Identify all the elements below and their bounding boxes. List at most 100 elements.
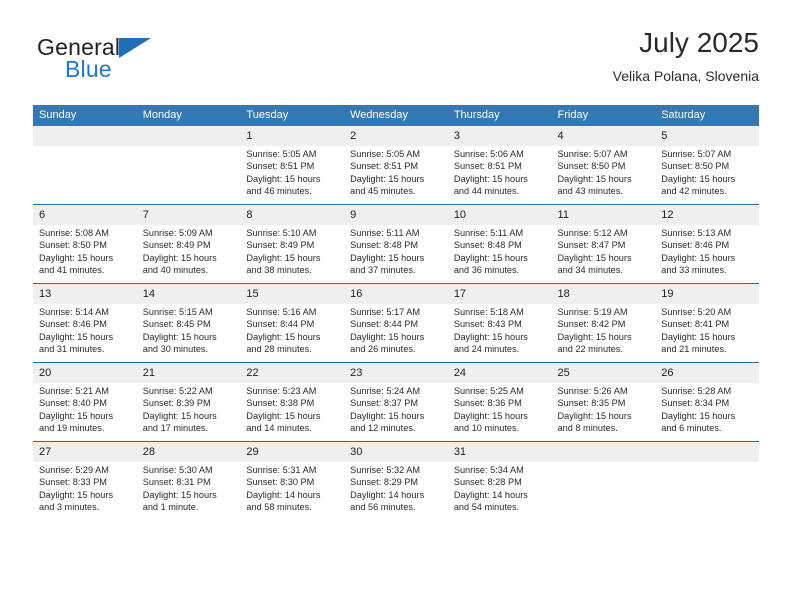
daylight-duration-line2: and 36 minutes.	[453, 265, 520, 276]
day-number	[33, 126, 137, 146]
sunset-time: Sunset: 8:51 PM	[453, 161, 522, 172]
daylight-duration-line1: Daylight: 15 hours	[246, 410, 321, 421]
sunset-time: Sunset: 8:50 PM	[39, 240, 107, 251]
day-cell[interactable]: 3 Sunrise: 5:06 AM Sunset: 8:51 PM Daylight…	[447, 126, 552, 205]
day-number: 5	[655, 126, 759, 146]
daylight-duration-line1: Daylight: 15 hours	[661, 410, 736, 421]
sunset-time: Sunset: 8:28 PM	[453, 477, 522, 488]
daylight-duration-line1: Daylight: 15 hours	[246, 331, 321, 342]
day-cell[interactable]: 11 Sunrise: 5:12 AM Sunset: 8:47 PM Dayligh…	[551, 204, 656, 284]
day-details: Sunrise: 5:20 AM Sunset: 8:41 PM Daylight:…	[655, 304, 759, 356]
day-cell-empty	[551, 441, 656, 520]
day-number: 25	[551, 363, 656, 383]
day-details: Sunrise: 5:16 AM Sunset: 8:44 PM Daylight:…	[240, 304, 344, 356]
weekday-header-monday: Monday	[136, 105, 241, 126]
daylight-duration-line1: Daylight: 15 hours	[142, 489, 217, 500]
sunrise-time: Sunrise: 5:17 AM	[350, 307, 421, 317]
sunset-time: Sunset: 8:44 PM	[246, 319, 315, 330]
sunrise-time: Sunrise: 5:25 AM	[453, 386, 524, 396]
weekday-header-row: Sunday Monday Tuesday Wednesday Thursday…	[33, 105, 759, 126]
day-details: Sunrise: 5:13 AM Sunset: 8:46 PM Daylight:…	[655, 225, 759, 277]
day-cell[interactable]: 22 Sunrise: 5:23 AM Sunset: 8:38 PM Dayligh…	[240, 362, 345, 442]
sunset-time: Sunset: 8:36 PM	[453, 398, 522, 409]
day-number: 21	[136, 363, 241, 383]
daylight-duration-line2: and 24 minutes.	[453, 344, 520, 355]
daylight-duration-line1: Daylight: 15 hours	[39, 410, 114, 421]
daylight-duration-line1: Daylight: 14 hours	[350, 489, 425, 500]
daylight-duration-line1: Daylight: 15 hours	[142, 331, 217, 342]
day-cell-empty	[655, 441, 759, 520]
day-cell[interactable]: 31 Sunrise: 5:34 AM Sunset: 8:28 PM Dayligh…	[447, 441, 552, 520]
day-cell[interactable]: 15 Sunrise: 5:16 AM Sunset: 8:44 PM Dayligh…	[240, 283, 345, 363]
day-details: Sunrise: 5:05 AM Sunset: 8:51 PM Daylight:…	[344, 146, 448, 198]
day-cell[interactable]: 30 Sunrise: 5:32 AM Sunset: 8:29 PM Dayligh…	[344, 441, 448, 520]
day-number	[655, 442, 759, 462]
day-details: Sunrise: 5:25 AM Sunset: 8:36 PM Daylight:…	[448, 383, 552, 435]
day-number: 22	[240, 363, 345, 383]
daylight-duration-line1: Daylight: 15 hours	[350, 331, 425, 342]
daylight-duration-line1: Daylight: 15 hours	[453, 331, 528, 342]
day-cell[interactable]: 2 Sunrise: 5:05 AM Sunset: 8:51 PM Daylight…	[344, 126, 448, 205]
daylight-duration-line1: Daylight: 15 hours	[350, 173, 425, 184]
general-blue-logo[interactable]: General Blue	[37, 34, 257, 92]
day-cell[interactable]: 14 Sunrise: 5:15 AM Sunset: 8:45 PM Dayligh…	[136, 283, 241, 363]
day-cell[interactable]: 20 Sunrise: 5:21 AM Sunset: 8:40 PM Dayligh…	[33, 362, 137, 442]
day-cell[interactable]: 18 Sunrise: 5:19 AM Sunset: 8:42 PM Dayligh…	[551, 283, 656, 363]
sunset-time: Sunset: 8:39 PM	[142, 398, 211, 409]
day-number: 10	[447, 205, 552, 225]
day-cell[interactable]: 28 Sunrise: 5:30 AM Sunset: 8:31 PM Dayligh…	[136, 441, 241, 520]
day-cell[interactable]: 5 Sunrise: 5:07 AM Sunset: 8:50 PM Daylight…	[655, 126, 759, 205]
day-details: Sunrise: 5:34 AM Sunset: 8:28 PM Daylight:…	[448, 462, 552, 514]
page-title: July 2025	[639, 27, 759, 58]
day-number: 29	[240, 442, 345, 462]
day-cell[interactable]: 16 Sunrise: 5:17 AM Sunset: 8:44 PM Dayligh…	[344, 283, 448, 363]
sunset-time: Sunset: 8:48 PM	[453, 240, 522, 251]
day-details: Sunrise: 5:07 AM Sunset: 8:50 PM Daylight:…	[655, 146, 759, 198]
day-details: Sunrise: 5:30 AM Sunset: 8:31 PM Daylight:…	[137, 462, 241, 514]
daylight-duration-line1: Daylight: 15 hours	[661, 173, 736, 184]
sunrise-time: Sunrise: 5:05 AM	[350, 149, 421, 159]
sunrise-time: Sunrise: 5:20 AM	[661, 307, 732, 317]
day-number: 17	[447, 284, 552, 304]
sunrise-time: Sunrise: 5:16 AM	[246, 307, 317, 317]
day-cell[interactable]: 26 Sunrise: 5:28 AM Sunset: 8:34 PM Dayligh…	[655, 362, 759, 442]
sunset-time: Sunset: 8:37 PM	[350, 398, 419, 409]
daylight-duration-line1: Daylight: 15 hours	[39, 252, 114, 263]
day-cell[interactable]: 13 Sunrise: 5:14 AM Sunset: 8:46 PM Dayligh…	[33, 283, 137, 363]
day-cell[interactable]: 27 Sunrise: 5:29 AM Sunset: 8:33 PM Dayligh…	[33, 441, 137, 520]
weekday-header-wednesday: Wednesday	[344, 105, 448, 126]
day-cell[interactable]: 4 Sunrise: 5:07 AM Sunset: 8:50 PM Daylight…	[551, 126, 656, 205]
calendar-week-row: 6 Sunrise: 5:08 AM Sunset: 8:50 PM Daylight…	[33, 204, 759, 284]
day-cell[interactable]: 9 Sunrise: 5:11 AM Sunset: 8:48 PM Daylight…	[344, 204, 448, 284]
daylight-duration-line1: Daylight: 15 hours	[557, 410, 632, 421]
day-cell[interactable]: 19 Sunrise: 5:20 AM Sunset: 8:41 PM Dayligh…	[655, 283, 759, 363]
daylight-duration-line1: Daylight: 15 hours	[661, 252, 736, 263]
day-cell[interactable]: 29 Sunrise: 5:31 AM Sunset: 8:30 PM Dayligh…	[240, 441, 345, 520]
day-cell[interactable]: 17 Sunrise: 5:18 AM Sunset: 8:43 PM Dayligh…	[447, 283, 552, 363]
day-number: 16	[344, 284, 448, 304]
calendar-body: 1 Sunrise: 5:05 AM Sunset: 8:51 PM Daylight…	[33, 126, 759, 520]
day-cell[interactable]: 12 Sunrise: 5:13 AM Sunset: 8:46 PM Dayligh…	[655, 204, 759, 284]
page-header: General Blue July 2025 Velika Polana, Sl…	[33, 26, 759, 96]
sunset-time: Sunset: 8:38 PM	[246, 398, 315, 409]
daylight-duration-line1: Daylight: 15 hours	[142, 410, 217, 421]
day-details: Sunrise: 5:28 AM Sunset: 8:34 PM Daylight:…	[655, 383, 759, 435]
day-cell[interactable]: 6 Sunrise: 5:08 AM Sunset: 8:50 PM Daylight…	[33, 204, 137, 284]
day-cell[interactable]: 25 Sunrise: 5:26 AM Sunset: 8:35 PM Dayligh…	[551, 362, 656, 442]
day-cell[interactable]: 7 Sunrise: 5:09 AM Sunset: 8:49 PM Daylight…	[136, 204, 241, 284]
daylight-duration-line2: and 6 minutes.	[661, 423, 722, 434]
sunset-time: Sunset: 8:40 PM	[39, 398, 107, 409]
day-details: Sunrise: 5:18 AM Sunset: 8:43 PM Daylight:…	[448, 304, 552, 356]
day-cell[interactable]: 1 Sunrise: 5:05 AM Sunset: 8:51 PM Daylight…	[240, 126, 345, 205]
day-number: 11	[551, 205, 656, 225]
day-number: 24	[447, 363, 552, 383]
day-cell[interactable]: 10 Sunrise: 5:11 AM Sunset: 8:48 PM Dayligh…	[447, 204, 552, 284]
day-cell[interactable]: 8 Sunrise: 5:10 AM Sunset: 8:49 PM Daylight…	[240, 204, 345, 284]
day-cell[interactable]: 21 Sunrise: 5:22 AM Sunset: 8:39 PM Dayligh…	[136, 362, 241, 442]
weekday-header-tuesday: Tuesday	[240, 105, 345, 126]
sunrise-time: Sunrise: 5:18 AM	[453, 307, 524, 317]
day-details: Sunrise: 5:10 AM Sunset: 8:49 PM Daylight:…	[240, 225, 344, 277]
day-cell[interactable]: 23 Sunrise: 5:24 AM Sunset: 8:37 PM Dayligh…	[344, 362, 448, 442]
daylight-duration-line1: Daylight: 15 hours	[142, 252, 217, 263]
day-cell[interactable]: 24 Sunrise: 5:25 AM Sunset: 8:36 PM Dayligh…	[447, 362, 552, 442]
